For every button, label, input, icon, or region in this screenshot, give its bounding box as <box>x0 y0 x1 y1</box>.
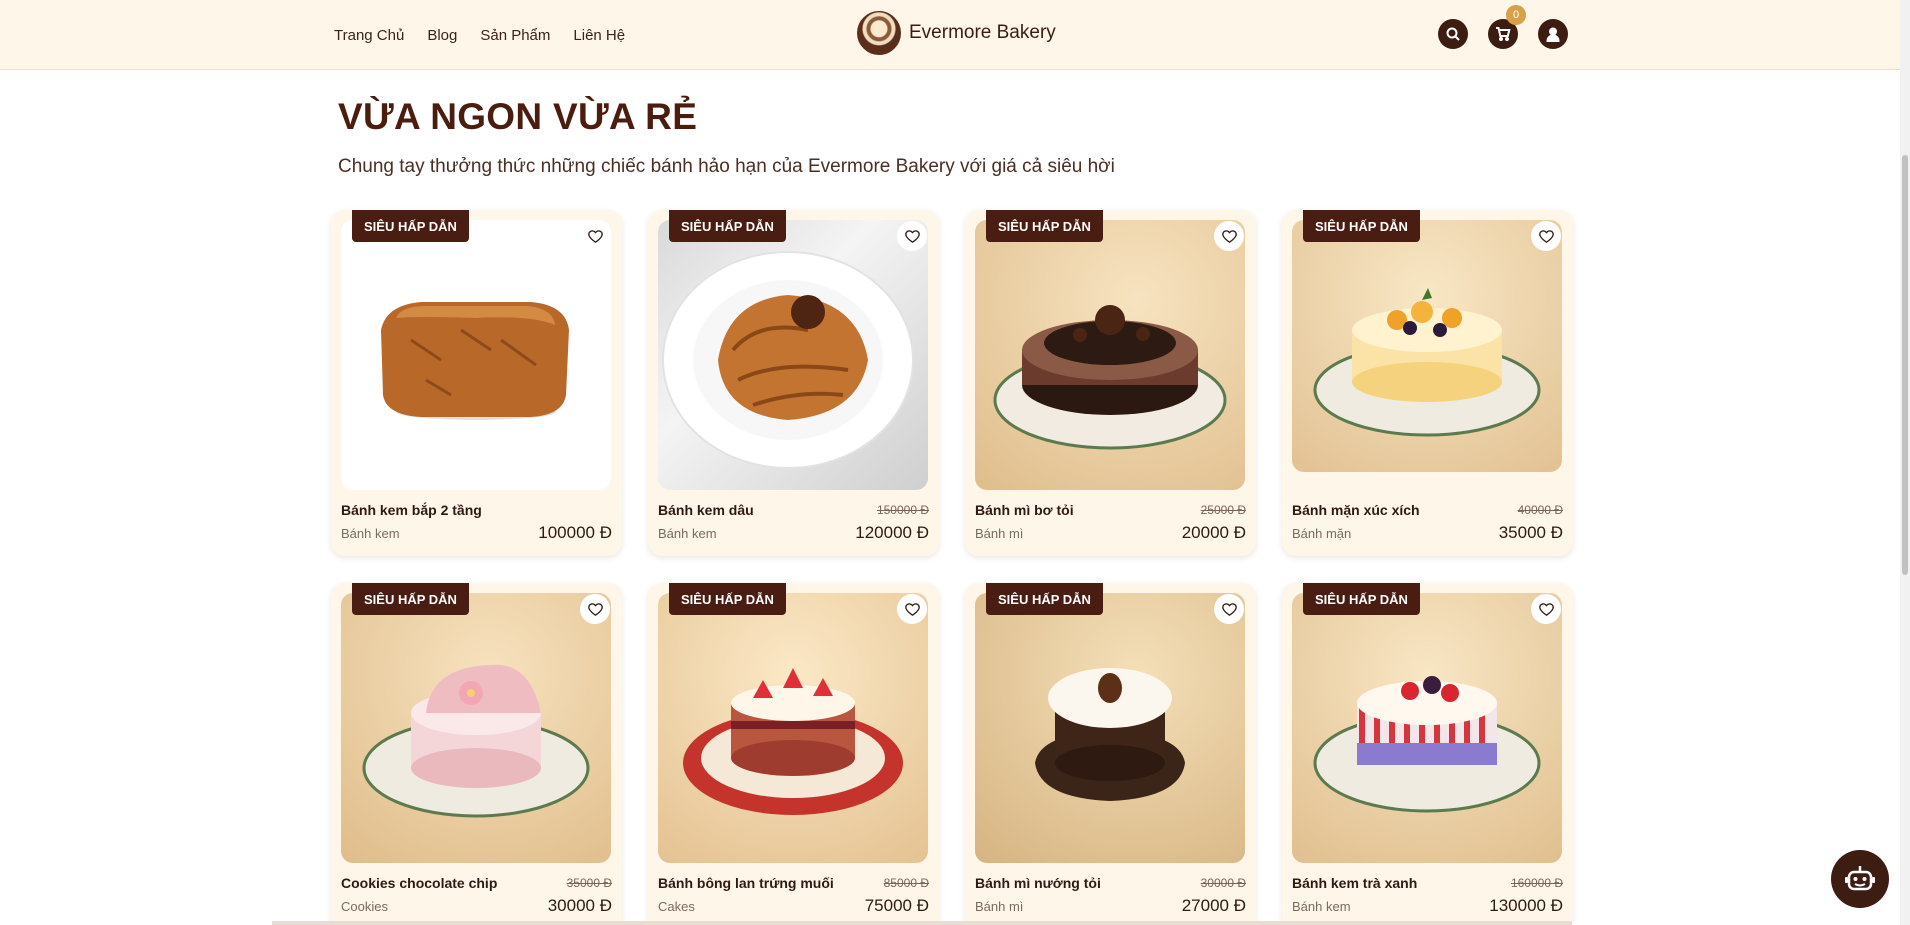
promo-tag: SIÊU HẤP DẪN <box>352 583 469 615</box>
product-image <box>658 593 928 863</box>
product-image <box>341 220 611 490</box>
promo-tag: SIÊU HẤP DẪN <box>1303 210 1420 242</box>
bakery-logo <box>857 11 901 55</box>
product-card[interactable]: SIÊU HẤP DẪN Bánh kem bắp 2 tầng Bánh ke… <box>331 210 622 556</box>
chatbot-button[interactable] <box>1831 850 1889 908</box>
heart-icon <box>1221 602 1237 616</box>
wishlist-button[interactable] <box>580 221 610 251</box>
main-nav: Trang Chủ Blog Sản Phẩm Liên Hệ <box>334 0 625 70</box>
cart-button[interactable]: 0 <box>1488 5 1526 49</box>
old-price: 150000 Đ <box>876 503 929 517</box>
product-category: Cookies <box>341 899 388 914</box>
product-card[interactable]: SIÊU HẤP DẪN Bánh kem trà xanh 160000 Đ … <box>1282 583 1573 925</box>
product-name[interactable]: Bánh mặn xúc xích <box>1292 502 1420 518</box>
cart-icon <box>1496 27 1511 41</box>
product-card[interactable]: SIÊU HẤP DẪN Bánh kem dâu 150000 Đ Bánh … <box>648 210 939 556</box>
header-actions: 0 <box>1438 5 1568 49</box>
product-price: 20000 Đ <box>1181 523 1246 542</box>
product-name[interactable]: Bánh mì nướng tỏi <box>975 875 1101 891</box>
product-category: Bánh mì <box>975 899 1024 914</box>
product-name[interactable]: Bánh kem bắp 2 tầng <box>341 502 482 518</box>
product-name[interactable]: Bánh mì bơ tỏi <box>975 502 1074 518</box>
product-price: 75000 Đ <box>864 896 929 915</box>
nav-home[interactable]: Trang Chủ <box>334 27 404 44</box>
promo-tag: SIÊU HẤP DẪN <box>669 583 786 615</box>
product-price: 120000 Đ <box>855 523 929 542</box>
brand-link[interactable]: Evermore Bakery <box>857 11 1056 55</box>
promo-tag: SIÊU HẤP DẪN <box>1303 583 1420 615</box>
site-header: Trang Chủ Blog Sản Phẩm Liên Hệ Evermore… <box>0 0 1910 70</box>
nav-products[interactable]: Sản Phẩm <box>480 27 550 44</box>
product-image <box>658 220 928 490</box>
brand-name: Evermore Bakery <box>909 22 1056 43</box>
product-card[interactable]: SIÊU HẤP DẪN Cookies chocolate chip 3500… <box>331 583 622 925</box>
old-price: 35000 Đ <box>566 876 612 890</box>
heart-icon <box>904 602 920 616</box>
product-card[interactable]: SIÊU HẤP DẪN Bánh mặn xúc xích 40000 Đ B… <box>1282 210 1573 556</box>
old-price: 25000 Đ <box>1200 503 1246 517</box>
product-image <box>975 593 1245 863</box>
product-category: Bánh kem <box>1292 899 1351 914</box>
heart-icon <box>1538 229 1554 243</box>
old-price: 85000 Đ <box>883 876 929 890</box>
wishlist-button[interactable] <box>1214 221 1244 251</box>
wishlist-button[interactable] <box>1531 594 1561 624</box>
account-button[interactable] <box>1538 19 1568 49</box>
user-icon <box>1546 27 1560 42</box>
product-name[interactable]: Bánh bông lan trứng muối <box>658 875 834 891</box>
product-price: 35000 Đ <box>1498 523 1563 542</box>
product-image <box>1292 593 1562 863</box>
heart-icon <box>1538 602 1554 616</box>
wishlist-button[interactable] <box>580 594 610 624</box>
search-icon <box>1446 27 1460 41</box>
page-scrollbar[interactable] <box>1900 0 1910 925</box>
product-category: Bánh kem <box>658 526 717 541</box>
scrollbar-thumb[interactable] <box>1902 155 1908 575</box>
old-price: 160000 Đ <box>1510 876 1563 890</box>
promo-tag: SIÊU HẤP DẪN <box>669 210 786 242</box>
promo-tag: SIÊU HẤP DẪN <box>986 210 1103 242</box>
product-price: 130000 Đ <box>1489 896 1563 915</box>
product-category: Bánh kem <box>341 526 400 541</box>
section-title: VỪA NGON VỪA RẺ <box>338 96 698 137</box>
product-card[interactable]: SIÊU HẤP DẪN Bánh mì nướng tỏi 30000 Đ B… <box>965 583 1256 925</box>
product-image <box>341 593 611 863</box>
product-name[interactable]: Bánh kem trà xanh <box>1292 875 1417 891</box>
robot-icon <box>1845 866 1875 891</box>
wishlist-button[interactable] <box>1531 221 1561 251</box>
product-price: 100000 Đ <box>538 523 612 542</box>
heart-icon <box>587 229 603 243</box>
heart-icon <box>1221 229 1237 243</box>
promo-tag: SIÊU HẤP DẪN <box>352 210 469 242</box>
nav-blog[interactable]: Blog <box>427 27 457 44</box>
product-price: 30000 Đ <box>547 896 612 915</box>
wishlist-button[interactable] <box>1214 594 1244 624</box>
heart-icon <box>587 602 603 616</box>
product-category: Cakes <box>658 899 695 914</box>
product-name[interactable]: Cookies chocolate chip <box>341 875 497 891</box>
old-price: 30000 Đ <box>1200 876 1246 890</box>
product-category: Bánh mì <box>975 526 1024 541</box>
old-price: 40000 Đ <box>1517 503 1563 517</box>
section-divider <box>272 921 1572 925</box>
product-card[interactable]: SIÊU HẤP DẪN Bánh bông lan trứng muối 85… <box>648 583 939 925</box>
product-image <box>1292 220 1562 472</box>
product-category: Bánh mặn <box>1292 526 1352 541</box>
product-name[interactable]: Bánh kem dâu <box>658 502 754 518</box>
nav-contact[interactable]: Liên Hệ <box>573 27 625 44</box>
wishlist-button[interactable] <box>897 594 927 624</box>
product-image <box>975 220 1245 490</box>
heart-icon <box>904 229 920 243</box>
promo-tag: SIÊU HẤP DẪN <box>986 583 1103 615</box>
product-card[interactable]: SIÊU HẤP DẪN Bánh mì bơ tỏi 25000 Đ Bánh… <box>965 210 1256 556</box>
cart-count-badge: 0 <box>1506 5 1526 25</box>
wishlist-button[interactable] <box>897 221 927 251</box>
section-subtitle: Chung tay thưởng thức những chiếc bánh h… <box>338 156 1115 177</box>
product-price: 27000 Đ <box>1181 896 1246 915</box>
search-button[interactable] <box>1438 19 1468 49</box>
